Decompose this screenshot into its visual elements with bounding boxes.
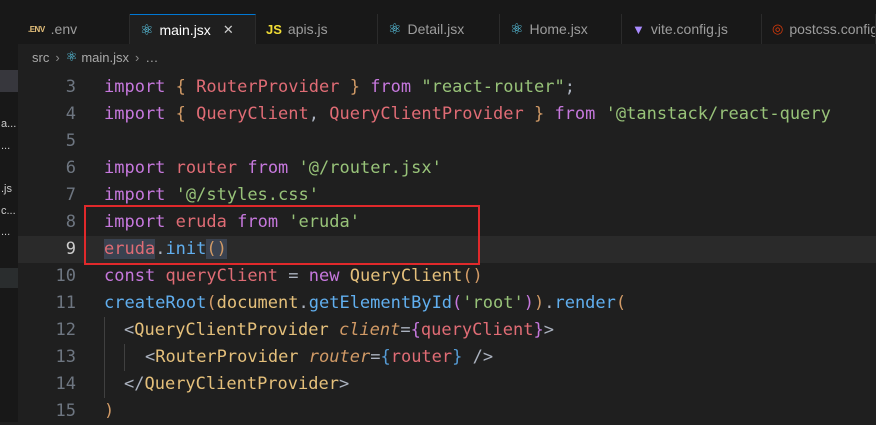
editor-tab-bar: .ENV .env ⚛ main.jsx ✕ JS apis.js ⚛ Deta… (18, 0, 876, 45)
tab-label: Home.jsx (529, 21, 588, 37)
line-number: 8 (65, 212, 76, 232)
sidebar-item-fragment[interactable]: c... (1, 205, 17, 217)
code-text: import router from '@/router.jsx' (104, 158, 442, 178)
code-text: import { RouterProvider } from "react-ro… (104, 77, 575, 97)
indent-guide (104, 371, 105, 398)
code-line[interactable]: 4 import { QueryClient, QueryClientProvi… (18, 101, 876, 128)
code-text: <RouterProvider router={router} /> (145, 347, 494, 367)
code-text: ) (104, 401, 115, 421)
sidebar-selected-row[interactable] (0, 70, 18, 92)
close-icon[interactable]: ✕ (223, 22, 234, 38)
sidebar-item-fragment[interactable]: a... (1, 118, 17, 130)
tab-label: Detail.jsx (407, 21, 465, 37)
tab-postcss-config[interactable]: ◎ postcss.config (762, 14, 876, 44)
line-number: 4 (65, 104, 76, 124)
breadcrumb-separator: › (55, 49, 60, 65)
react-icon: ⚛ (510, 21, 524, 38)
indent-guide (124, 344, 125, 371)
env-icon: .ENV (28, 24, 45, 34)
postcss-icon: ◎ (772, 21, 784, 36)
tab-vite-config[interactable]: ▼ vite.config.js (622, 14, 762, 44)
tab-label: vite.config.js (650, 21, 728, 37)
sidebar-item-fragment[interactable]: ... (1, 140, 17, 152)
explorer-sidebar: a... ... .js c... ... (0, 0, 19, 422)
code-line[interactable]: 13 <RouterProvider router={router} /> (18, 344, 876, 371)
sidebar-item-fragment[interactable]: ... (1, 226, 17, 238)
code-text: const queryClient = new QueryClient() (104, 266, 483, 286)
tab-env[interactable]: .ENV .env (18, 14, 130, 44)
breadcrumb-folder[interactable]: src (32, 50, 49, 65)
code-line[interactable]: 6 import router from '@/router.jsx' (18, 155, 876, 182)
tab-main-jsx[interactable]: ⚛ main.jsx ✕ (130, 14, 256, 44)
tab-label: postcss.config (789, 21, 876, 37)
code-line[interactable]: 11 createRoot(document.getElementById('r… (18, 290, 876, 317)
tab-home-jsx[interactable]: ⚛ Home.jsx (500, 14, 622, 44)
tab-label: main.jsx (159, 21, 211, 38)
line-number: 12 (55, 320, 76, 340)
code-text: import { QueryClient, QueryClientProvide… (104, 104, 831, 124)
line-number: 11 (55, 293, 76, 313)
line-number: 6 (65, 158, 76, 178)
react-icon: ⚛ (388, 21, 402, 38)
tab-apis-js[interactable]: JS apis.js (256, 14, 378, 44)
sidebar-item-fragment[interactable]: .js (1, 183, 17, 195)
indent-guide (104, 344, 105, 371)
tab-label: apis.js (287, 21, 328, 37)
line-number: 10 (55, 266, 76, 286)
react-icon: ⚛ (65, 49, 78, 64)
line-number: 15 (55, 401, 76, 421)
code-line[interactable]: 14 </QueryClientProvider> (18, 371, 876, 398)
line-number: 7 (65, 185, 76, 205)
line-number: 13 (55, 347, 76, 367)
tab-label: .env (50, 21, 78, 37)
tab-detail-jsx[interactable]: ⚛ Detail.jsx (378, 14, 500, 44)
code-line[interactable]: 5 (18, 128, 876, 155)
code-text: createRoot(document.getElementById('root… (104, 293, 627, 313)
line-number: 3 (65, 77, 76, 97)
line-number: 14 (55, 374, 76, 394)
code-line[interactable]: 10 const queryClient = new QueryClient() (18, 263, 876, 290)
js-icon: JS (266, 21, 282, 37)
breadcrumb-separator: › (135, 49, 140, 65)
sidebar-hover-row[interactable] (0, 268, 18, 288)
code-line[interactable]: 3 import { RouterProvider } from "react-… (18, 74, 876, 101)
code-line[interactable]: 12 <QueryClientProvider client={queryCli… (18, 317, 876, 344)
breadcrumb: src › ⚛ main.jsx › … (18, 44, 876, 70)
react-icon: ⚛ (140, 21, 154, 39)
line-number: 5 (65, 131, 76, 151)
code-line[interactable]: 15 ) (18, 398, 876, 425)
breadcrumb-file[interactable]: main.jsx (81, 50, 129, 65)
breadcrumb-symbols[interactable]: … (145, 50, 158, 65)
code-text: <QueryClientProvider client={queryClient… (124, 320, 554, 340)
code-text: </QueryClientProvider> (124, 374, 350, 394)
line-number: 9 (65, 239, 76, 259)
indent-guide (104, 317, 105, 344)
vite-icon: ▼ (632, 21, 645, 37)
highlight-annotation-box (84, 205, 480, 265)
